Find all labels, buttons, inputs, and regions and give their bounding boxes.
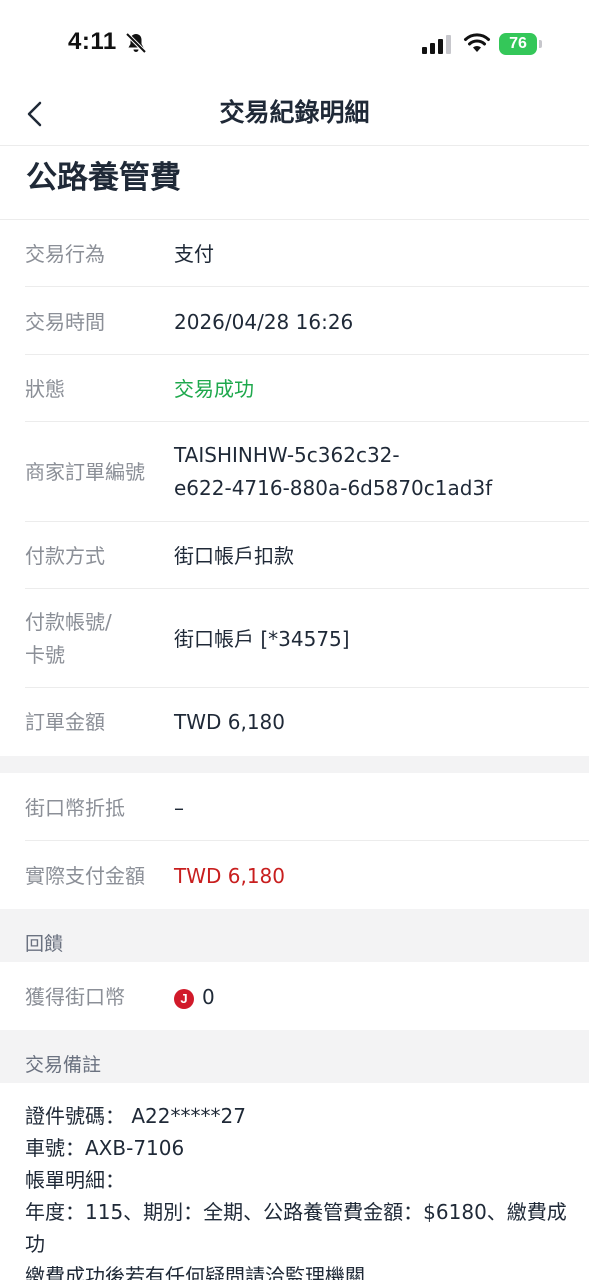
divider bbox=[25, 588, 589, 589]
detail-value: 街口帳戶扣款 bbox=[174, 544, 294, 568]
detail-label-line2: 卡號 bbox=[25, 643, 65, 667]
detail-label: 實際支付金額 bbox=[25, 864, 145, 888]
wifi-icon bbox=[464, 33, 490, 52]
detail-value: 街口帳戶 [*34575] bbox=[174, 627, 350, 651]
divider bbox=[25, 687, 589, 688]
detail-row-time: 交易時間 2026/04/28 16:26 bbox=[0, 305, 589, 339]
battery-level: 76 bbox=[509, 35, 527, 52]
divider bbox=[0, 219, 589, 220]
nav-bar: 交易紀錄明細 bbox=[0, 88, 589, 146]
section-separator bbox=[0, 756, 589, 773]
detail-value: 2026/04/28 16:26 bbox=[174, 310, 354, 334]
cellular-signal-icon bbox=[422, 35, 451, 54]
remark-line: 繳費成功後若有任何疑問請洽監理機關 bbox=[25, 1264, 365, 1280]
payment-row-coin-discount: 街口幣折抵 – bbox=[0, 791, 589, 825]
order-number-line2: e622-4716-880a-6d5870c1ad3f bbox=[174, 476, 493, 500]
battery-icon: 76 bbox=[499, 33, 543, 55]
divider bbox=[25, 286, 589, 287]
remark-line: 年度：115、期別：全期、公路養管費金額：$6180、繳費成功 bbox=[25, 1200, 567, 1256]
coin-amount: 0 bbox=[202, 985, 215, 1009]
transaction-remarks: 證件號碼： A22*****27 車號：AXB-7106 帳單明細： 年度：11… bbox=[25, 1100, 580, 1280]
detail-label: 交易時間 bbox=[25, 310, 105, 334]
detail-value: – bbox=[174, 796, 184, 820]
status-bar: 4:11 76 bbox=[0, 0, 589, 88]
order-amount: TWD 6,180 bbox=[174, 710, 286, 734]
detail-label: 付款方式 bbox=[25, 544, 105, 568]
order-number-line1: TAISHINHW-5c362c32- bbox=[174, 443, 400, 467]
page-title: 交易紀錄明細 bbox=[219, 98, 370, 127]
divider bbox=[25, 521, 589, 522]
detail-row-order-amount: 訂單金額 TWD 6,180 bbox=[0, 705, 589, 739]
detail-label: 訂單金額 bbox=[25, 710, 105, 734]
back-button[interactable] bbox=[14, 94, 54, 134]
feedback-section-header: 回饋 bbox=[0, 909, 589, 962]
section-title: 交易備註 bbox=[25, 1054, 102, 1076]
detail-row-action: 交易行為 支付 bbox=[0, 237, 589, 271]
detail-row-payment-account: 付款帳號/ 卡號 街口帳戶 [*34575] bbox=[0, 606, 589, 672]
feedback-row-coins: 獲得街口幣 J0 bbox=[0, 980, 589, 1014]
remark-line: 帳單明細： bbox=[25, 1168, 125, 1192]
detail-label: 交易行為 bbox=[25, 242, 105, 266]
detail-row-order-number: 商家訂單編號 TAISHINHW-5c362c32- e622-4716-880… bbox=[0, 439, 589, 505]
coin-value: J0 bbox=[174, 981, 215, 1013]
chevron-left-icon bbox=[27, 101, 42, 127]
detail-value: 支付 bbox=[174, 242, 214, 266]
detail-label: 狀態 bbox=[25, 377, 65, 401]
status-badge: 交易成功 bbox=[174, 377, 254, 401]
transaction-heading: 公路養管費 bbox=[26, 160, 181, 196]
jko-coin-icon: J bbox=[174, 988, 194, 1009]
section-title: 回饋 bbox=[25, 933, 64, 955]
divider bbox=[25, 421, 589, 422]
remarks-section-header: 交易備註 bbox=[0, 1030, 589, 1083]
status-time: 4:11 bbox=[68, 28, 117, 55]
divider bbox=[25, 840, 589, 841]
detail-label: 街口幣折抵 bbox=[25, 796, 125, 820]
remark-line: 證件號碼： A22*****27 bbox=[25, 1104, 246, 1128]
detail-label: 商家訂單編號 bbox=[25, 460, 145, 484]
divider bbox=[25, 354, 589, 355]
payment-row-actual-amount: 實際支付金額 TWD 6,180 bbox=[0, 859, 589, 893]
bell-off-icon bbox=[125, 32, 147, 54]
detail-label: 獲得街口幣 bbox=[25, 985, 125, 1009]
detail-label-line1: 付款帳號/ bbox=[25, 610, 112, 634]
detail-row-status: 狀態 交易成功 bbox=[0, 372, 589, 406]
actual-paid-amount: TWD 6,180 bbox=[174, 864, 286, 888]
detail-row-payment-method: 付款方式 街口帳戶扣款 bbox=[0, 539, 589, 573]
remark-line: 車號：AXB-7106 bbox=[25, 1136, 185, 1160]
